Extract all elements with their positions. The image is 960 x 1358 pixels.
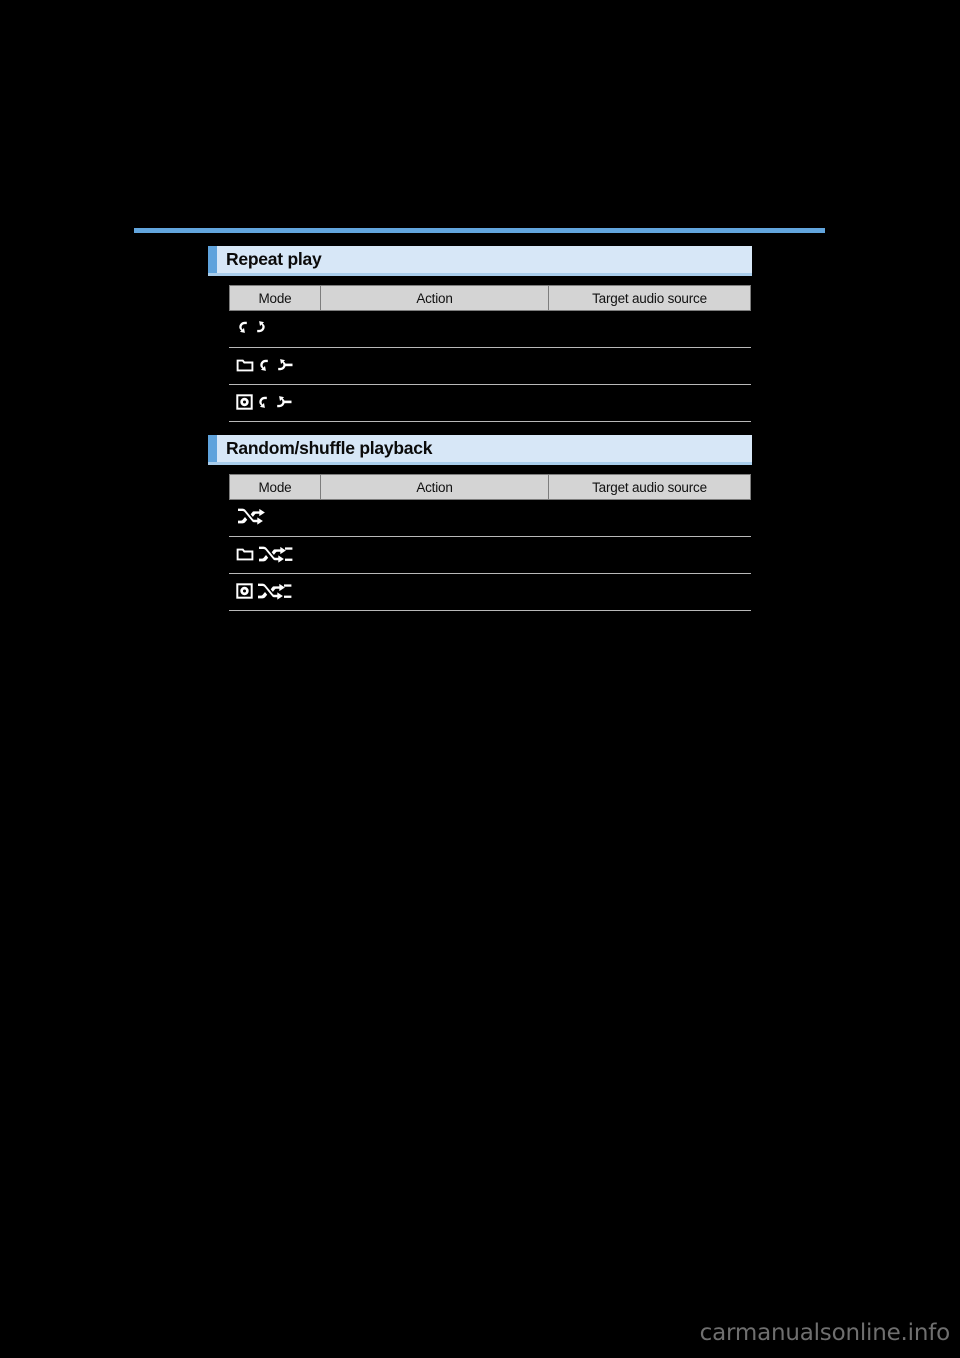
column-header-action: Action	[320, 285, 549, 311]
table-row	[229, 384, 751, 422]
table-row	[229, 347, 751, 385]
cell-action	[320, 499, 549, 537]
cell-action	[320, 573, 549, 611]
cell-target	[548, 384, 751, 422]
table-row	[229, 499, 751, 537]
cell-mode	[229, 499, 321, 537]
cell-target	[548, 573, 751, 611]
column-header-target-audio-source: Target audio source	[548, 474, 751, 500]
cell-target	[548, 347, 751, 385]
cell-action	[320, 536, 549, 574]
repeat-folder-icon	[236, 354, 293, 376]
section-header-repeat-play: Repeat play	[208, 246, 752, 276]
cell-target	[548, 499, 751, 537]
shuffle-folder-icon	[236, 543, 293, 565]
cell-target	[548, 310, 751, 348]
cell-action	[320, 347, 549, 385]
column-header-target-audio-source: Target audio source	[548, 285, 751, 311]
table-row	[229, 573, 751, 611]
cell-action	[320, 310, 549, 348]
table-row	[229, 536, 751, 574]
table-header-row: Mode Action Target audio source	[229, 285, 751, 311]
repeat-play-table: Mode Action Target audio source	[229, 285, 751, 422]
column-header-mode: Mode	[229, 285, 321, 311]
site-watermark: carmanualsonline.info	[699, 1320, 951, 1346]
cell-mode	[229, 310, 321, 348]
random-shuffle-playback-table: Mode Action Target audio source	[229, 474, 751, 611]
cell-mode	[229, 536, 321, 574]
column-header-mode: Mode	[229, 474, 321, 500]
cell-action	[320, 384, 549, 422]
section-accent-bar	[208, 246, 217, 273]
cell-target	[548, 536, 751, 574]
column-header-action: Action	[320, 474, 549, 500]
section-title: Random/shuffle playback	[226, 437, 433, 458]
shuffle-track-icon	[236, 505, 266, 527]
cell-mode	[229, 347, 321, 385]
repeat-disc-icon	[236, 391, 292, 413]
table-row	[229, 310, 751, 348]
cell-mode	[229, 384, 321, 422]
table-header-row: Mode Action Target audio source	[229, 474, 751, 500]
section-accent-bar	[208, 435, 217, 462]
cell-mode	[229, 573, 321, 611]
shuffle-disc-icon	[236, 580, 292, 602]
manual-page: Repeat play Mode Action Target audio sou…	[0, 0, 960, 1358]
section-title: Repeat play	[226, 248, 322, 269]
page-top-rule	[134, 228, 825, 233]
repeat-track-icon	[236, 316, 268, 338]
section-header-random-shuffle-playback: Random/shuffle playback	[208, 435, 752, 465]
